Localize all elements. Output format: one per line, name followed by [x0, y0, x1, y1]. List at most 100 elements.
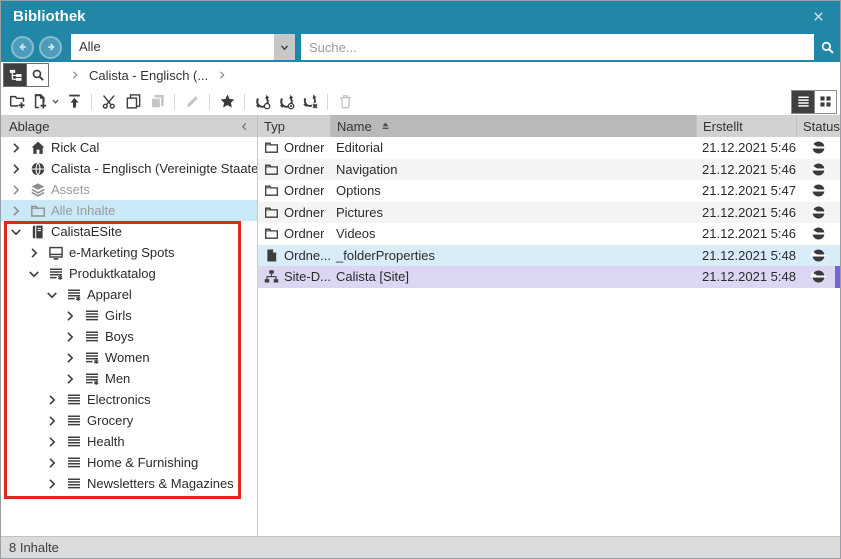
- chevron-right-icon[interactable]: [44, 434, 60, 450]
- library-window: Bibliothek Alle Calista - Englisch (...: [0, 0, 841, 559]
- column-header-typ[interactable]: Typ: [258, 115, 330, 137]
- tree-item-electronics[interactable]: Electronics: [1, 389, 257, 410]
- book-icon: [30, 224, 46, 240]
- tree-item-boys[interactable]: Boys: [1, 326, 257, 347]
- back-arrow-icon: [16, 40, 30, 54]
- tree-mode-button[interactable]: [4, 64, 26, 86]
- chevron-right-icon[interactable]: [44, 476, 60, 492]
- column-header-name[interactable]: Name: [330, 115, 696, 137]
- new-folder-button[interactable]: [5, 91, 29, 113]
- back-button[interactable]: [11, 36, 34, 59]
- tree-item-label: Electronics: [87, 392, 151, 407]
- tree-item-girls[interactable]: Girls: [1, 305, 257, 326]
- type-label: Site-D...: [284, 269, 330, 284]
- list-icon: [66, 413, 82, 429]
- table-row[interactable]: OrdnerPictures21.12.2021 5:46: [258, 202, 840, 224]
- table-row[interactable]: OrdnerOptions21.12.2021 5:47: [258, 180, 840, 202]
- table-row[interactable]: Site-D...Calista [Site]21.12.2021 5:48: [258, 266, 840, 288]
- cell-typ: Site-D...: [258, 269, 330, 284]
- chevron-right-icon[interactable]: [44, 455, 60, 471]
- tree-item-home-furnishing[interactable]: Home & Furnishing: [1, 452, 257, 473]
- table-row[interactable]: OrdnerNavigation21.12.2021 5:46: [258, 159, 840, 181]
- title-bar: Bibliothek: [1, 1, 840, 32]
- chevron-right-icon[interactable]: [216, 69, 228, 81]
- forward-button[interactable]: [39, 36, 62, 59]
- tree-item-newsletters-magazines[interactable]: Newsletters & Magazines: [1, 473, 257, 494]
- chevron-right-icon[interactable]: [62, 308, 78, 324]
- paste-button: [145, 91, 169, 113]
- breadcrumb-item[interactable]: Calista - Englisch (...: [89, 68, 208, 83]
- breadcrumb: Calista - Englisch (...: [61, 68, 236, 83]
- chevron-right-icon[interactable]: [44, 392, 60, 408]
- tree-item-alle-inhalte[interactable]: Alle Inhalte: [1, 200, 257, 221]
- column-header-erstellt[interactable]: Erstellt: [696, 115, 796, 137]
- filter-dropdown-arrow[interactable]: [274, 34, 295, 60]
- tree-item-label: e-Marketing Spots: [69, 245, 175, 260]
- chevron-down-icon: [279, 42, 290, 53]
- paste-icon: [149, 93, 166, 110]
- chevron-down-icon[interactable]: [26, 266, 42, 282]
- chevron-right-icon[interactable]: [8, 161, 24, 177]
- tree-item-grocery[interactable]: Grocery: [1, 410, 257, 431]
- new-content-button[interactable]: [29, 91, 62, 113]
- bookmark-button[interactable]: [215, 91, 239, 113]
- list-view-icon: [796, 94, 811, 109]
- collapse-panel-button[interactable]: [238, 120, 251, 133]
- tree-item-apparel[interactable]: Apparel: [1, 284, 257, 305]
- cell-erstellt: 21.12.2021 5:46: [696, 140, 796, 155]
- tree-item-women[interactable]: Women: [1, 347, 257, 368]
- upload-button[interactable]: [62, 91, 86, 113]
- tree-item-assets[interactable]: Assets: [1, 179, 257, 200]
- withdraw-button[interactable]: [298, 91, 322, 113]
- chevron-right-icon[interactable]: [8, 203, 24, 219]
- cell-status: [796, 226, 840, 241]
- tree-item-rick-cal[interactable]: Rick Cal: [1, 137, 257, 158]
- search-mode-button[interactable]: [26, 64, 48, 86]
- tree-item-men[interactable]: Men: [1, 368, 257, 389]
- list-view-button[interactable]: [792, 91, 814, 113]
- chevron-right-icon[interactable]: [8, 182, 24, 198]
- chevron-down-icon[interactable]: [8, 224, 24, 240]
- type-label: Ordne...: [284, 248, 330, 263]
- chevron-right-icon[interactable]: [44, 413, 60, 429]
- chevron-right-icon[interactable]: [62, 350, 78, 366]
- content-table: OrdnerEditorial21.12.2021 5:46OrdnerNavi…: [258, 137, 840, 536]
- filter-dropdown[interactable]: Alle: [71, 34, 295, 60]
- folder-plus-icon: [9, 93, 26, 110]
- tree-item-e-marketing-spots[interactable]: e-Marketing Spots: [1, 242, 257, 263]
- chevron-right-icon[interactable]: [62, 371, 78, 387]
- grid-view-icon: [818, 94, 833, 109]
- status-pub-icon: [811, 140, 826, 155]
- tree-item-health[interactable]: Health: [1, 431, 257, 452]
- toolbar-separator: [244, 94, 245, 110]
- search-input[interactable]: [301, 34, 814, 60]
- search-submit[interactable]: [814, 40, 840, 55]
- window-title: Bibliothek: [13, 8, 86, 25]
- chevron-right-icon[interactable]: [8, 140, 24, 156]
- chevron-down-icon[interactable]: [44, 287, 60, 303]
- table-row[interactable]: Ordne..._folderProperties21.12.2021 5:48: [258, 245, 840, 267]
- cell-erstellt: 21.12.2021 5:46: [696, 205, 796, 220]
- tree-item-produktkatalog[interactable]: Produktkatalog: [1, 263, 257, 284]
- chevron-right-icon[interactable]: [62, 329, 78, 345]
- tree-item-label: Alle Inhalte: [51, 203, 115, 218]
- close-button[interactable]: [808, 7, 828, 27]
- thumbnail-view-button[interactable]: [814, 91, 836, 113]
- copy-button[interactable]: [121, 91, 145, 113]
- chevron-right-icon[interactable]: [26, 245, 42, 261]
- tree-item-calistaesite[interactable]: CalistaESite: [1, 221, 257, 242]
- table-row[interactable]: OrdnerEditorial21.12.2021 5:46: [258, 137, 840, 159]
- tree-item-calista-englisch-vereinigte-staaten[interactable]: Calista - Englisch (Vereinigte Staaten): [1, 158, 257, 179]
- tree-panel-title: Ablage: [9, 119, 49, 134]
- table-row[interactable]: OrdnerVideos21.12.2021 5:46: [258, 223, 840, 245]
- withdraw-icon: [302, 93, 319, 110]
- cell-erstellt: 21.12.2021 5:48: [696, 248, 796, 263]
- publish-button[interactable]: [250, 91, 274, 113]
- list-star-icon: [48, 266, 64, 282]
- column-header-status[interactable]: Status: [796, 115, 840, 137]
- tree-item-label: Produktkatalog: [69, 266, 156, 281]
- approve-publish-button[interactable]: [274, 91, 298, 113]
- status-pub-icon: [811, 226, 826, 241]
- tree-item-label: Boys: [105, 329, 134, 344]
- cut-button[interactable]: [97, 91, 121, 113]
